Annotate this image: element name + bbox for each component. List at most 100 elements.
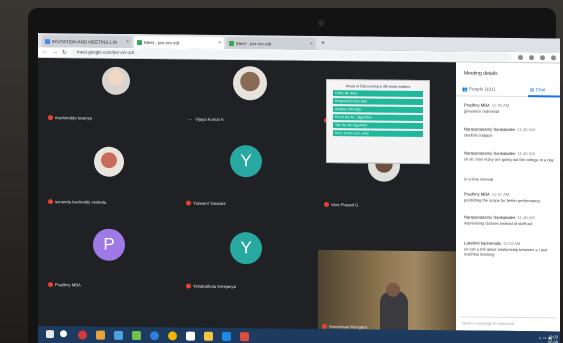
participant-avatar (102, 66, 130, 95)
tab-label: Meet - pvr-vrv-zdr (144, 39, 180, 45)
person-head (386, 282, 400, 297)
app-icon[interactable] (132, 330, 141, 341)
presentation-slide: Areas of Discovering a 4th week matters … (326, 79, 430, 165)
message-author: Narayanasamy Sankaladen (464, 150, 516, 157)
app-icon[interactable] (240, 332, 249, 342)
tab-label: INVITATION AND MEETING LIN (52, 38, 118, 45)
chat-message: Pradhny MBA 11:47 AM predicting the scope… (464, 191, 558, 203)
tab-people[interactable]: 👥 People (101) (462, 86, 495, 92)
chat-message: Narayanasamy Sankaladen 11:48 AM improvis… (464, 214, 558, 226)
tab-favicon-icon (45, 38, 50, 44)
app-icon[interactable] (186, 331, 195, 341)
bookmark-icon[interactable] (529, 54, 534, 60)
mic-off-icon (186, 283, 191, 289)
more-icon[interactable]: ⋯ (188, 117, 192, 122)
message-author: Pradhny MBA (464, 191, 490, 197)
participant-avatar (94, 146, 124, 177)
participant-name: mschireddy lavanya (48, 115, 92, 121)
slide-row: Do it, to the user, write (333, 130, 423, 138)
participant-letter-avatar: Y (230, 232, 262, 265)
edge-icon[interactable] (150, 331, 159, 341)
slide-row: Color, fits data (333, 90, 423, 98)
mic-off-icon (48, 115, 53, 121)
participant-name: Yaswant Yaswant (186, 201, 226, 207)
participant-name: Yekabathula Sreejanya (186, 284, 236, 290)
menu-icon[interactable] (551, 54, 556, 60)
message-time: 11:45 AM (517, 127, 535, 133)
message-author: Narayanasamy Sankaladen (464, 126, 516, 133)
message-body: improvising classes instead of staff out (464, 220, 533, 227)
slide-title: Areas of Discovering a 4th week matters (345, 84, 411, 89)
chat-message: in a time interval (464, 175, 558, 182)
back-icon[interactable]: ← (42, 49, 48, 55)
chrome-icon[interactable] (168, 331, 177, 341)
reload-icon[interactable]: ↻ (62, 49, 67, 56)
slide-row: Tell, the ML Algorithm (333, 122, 423, 130)
clock-date: 02-06 (547, 339, 558, 343)
opera-icon[interactable] (78, 330, 87, 340)
mic-off-icon (186, 200, 191, 206)
panel-header: Meeting details (464, 70, 498, 77)
store-icon[interactable] (114, 330, 123, 340)
slide-row: Respond for this data (333, 98, 423, 106)
chat-message: Lakshmi karimmallu 11:53 AM sir can u tel… (464, 240, 558, 257)
meeting-side-panel: Meeting details 👥 People (101) ▤ Chat Pr… (456, 62, 560, 332)
message-body: student outpace (464, 132, 493, 138)
participant-avatar (233, 66, 267, 101)
tab-favicon-icon (137, 39, 142, 45)
participant-letter-avatar: P (93, 228, 125, 261)
participant-name: Pradhny MBA (48, 282, 81, 288)
taskbar-clock[interactable]: 12:03 02-06 (548, 334, 558, 343)
close-tab-icon[interactable]: × (126, 39, 129, 45)
message-time: 11:46 AM (517, 151, 535, 157)
chat-message: Narayanasamy Sankaladen 11:45 AM student … (464, 126, 558, 138)
slide-row: Analyse this data (333, 106, 423, 114)
message-body: sir sir, how many are going out the coll… (464, 156, 554, 163)
tab-favicon-icon (229, 40, 234, 46)
windows-start-icon[interactable] (46, 330, 54, 339)
app-icon[interactable] (96, 330, 105, 340)
message-time: 11:53 AM (503, 240, 521, 247)
profile-icon[interactable] (540, 54, 545, 60)
browser-tab[interactable]: Meet - pvr-vrv-zdr × (134, 36, 224, 49)
chat-input[interactable]: Send a message to everyone (460, 316, 556, 328)
chat-message: Narayanasamy Sankaladen 11:46 AM sir sir,… (464, 150, 558, 162)
message-author: Narayanasamy Sankaladen (464, 214, 516, 221)
participant-name: Vara Prasad G (324, 202, 358, 208)
mic-off-icon (48, 199, 53, 205)
participant-name: sunanda bavireddy venkata (48, 199, 106, 205)
active-tab-indicator (528, 95, 560, 98)
message-author: Pradhny MBA (464, 102, 490, 108)
close-tab-icon[interactable]: × (310, 41, 313, 47)
person-silhouette (380, 290, 408, 335)
search-icon[interactable] (60, 330, 67, 338)
message-body: predicting the scope for better performa… (464, 197, 541, 204)
tab-label: Meet - pvr-vrv-zdr (236, 40, 272, 46)
tab-chat[interactable]: ▤ Chat (530, 87, 545, 93)
browser-tab[interactable]: INVITATION AND MEETING LIN × (42, 35, 132, 48)
self-video-tile: Sreechaan Mungara (318, 249, 456, 336)
message-time: 11:45 AM (491, 102, 510, 108)
people-icon: 👥 (462, 86, 469, 92)
participant-name: ⋯ Vijaya Kumar K (188, 116, 224, 122)
chat-message: Pradhny MBA 11:45 AM grievance redressal (464, 102, 558, 114)
message-body: grievance redressal (464, 108, 499, 114)
message-body: in a time interval (464, 176, 494, 182)
app-icon[interactable] (222, 331, 231, 342)
mic-off-icon (48, 282, 53, 288)
file-explorer-icon[interactable] (204, 331, 213, 341)
new-tab-button[interactable]: + (321, 38, 325, 50)
slide-row: Fix on the M... Algorithm (333, 114, 423, 122)
participant-letter-avatar: Y (230, 145, 262, 178)
message-author: Lakshmi karimmallu (464, 240, 501, 246)
message-time: 11:48 AM (517, 215, 535, 221)
laptop-screen: INVITATION AND MEETING LIN × Meet - pvr-… (38, 33, 560, 343)
browser-tab[interactable]: Meet - pvr-vrv-zdr × (226, 36, 316, 50)
message-body: sir can u tell about relationship betwee… (464, 246, 548, 257)
laptop-photo: INVITATION AND MEETING LIN × Meet - pvr-… (0, 0, 563, 343)
forward-icon[interactable]: → (52, 49, 58, 55)
extension-icon[interactable] (518, 54, 523, 60)
mic-off-icon (324, 202, 329, 208)
close-tab-icon[interactable]: × (218, 40, 221, 46)
message-time: 11:47 AM (491, 191, 510, 197)
